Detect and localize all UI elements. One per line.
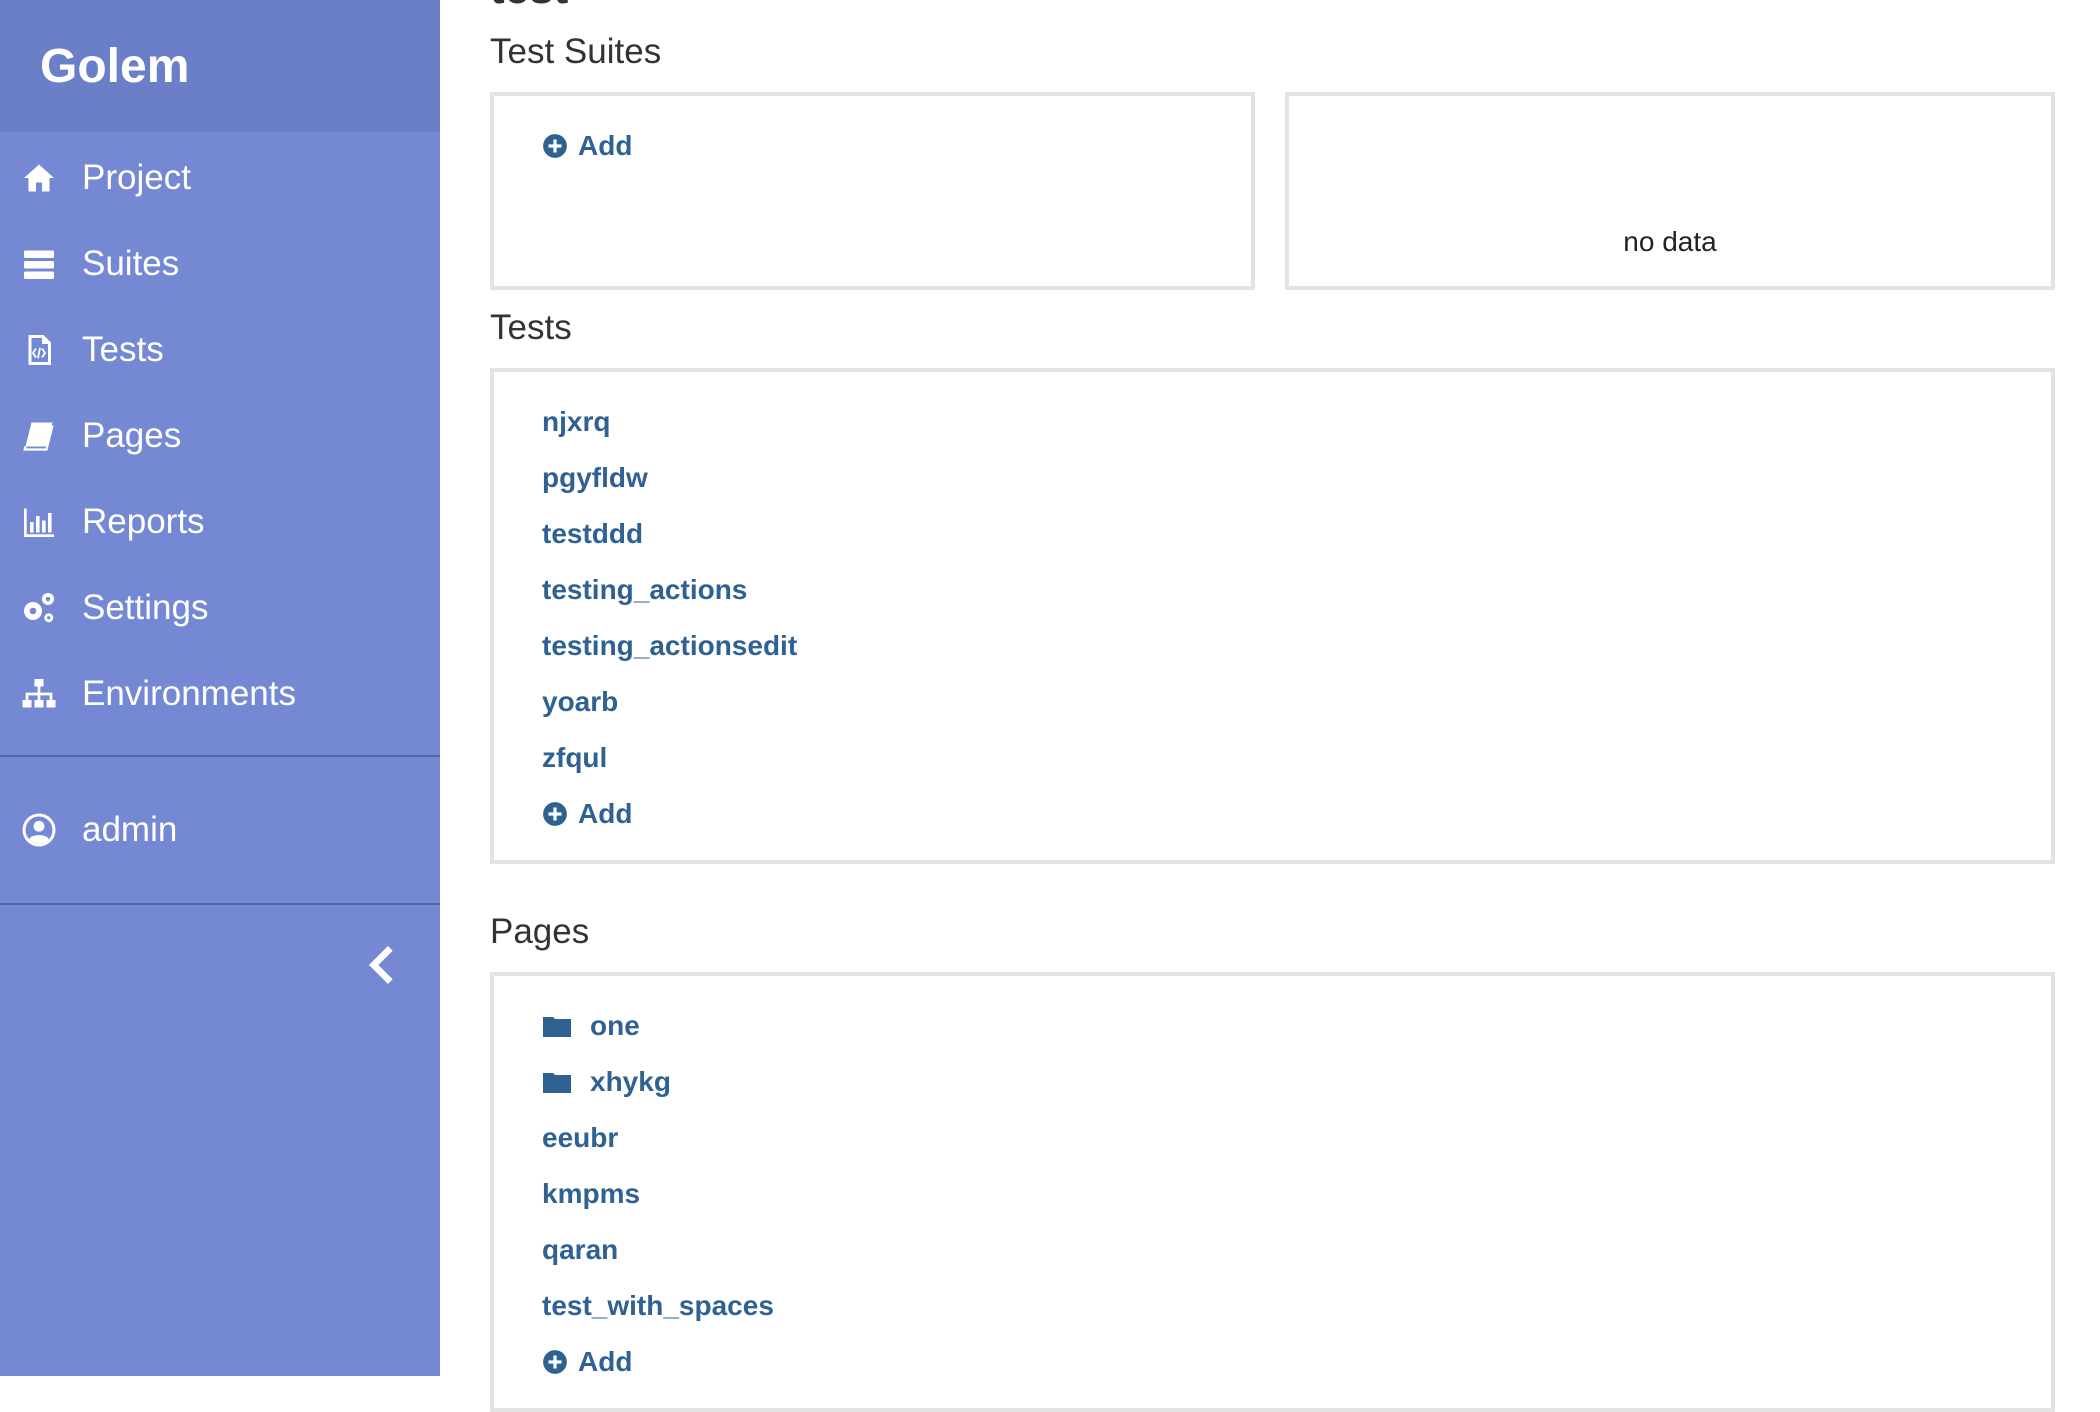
pages-section-title: Pages (490, 912, 590, 951)
folder-icon (543, 1073, 571, 1093)
pages-card: one xhykg eeubr kmpms qaran test_with_sp… (490, 972, 2055, 1412)
add-suite-button[interactable]: Add (542, 118, 632, 174)
code-file-icon (18, 329, 60, 371)
sidebar-item-label: Pages (82, 416, 182, 455)
user-circle-icon (18, 809, 60, 851)
home-icon (18, 157, 60, 199)
sidebar-item-reports[interactable]: Reports (0, 479, 440, 565)
page-folder-link[interactable]: one (542, 998, 774, 1054)
sidebar-user-label: admin (82, 810, 178, 849)
sidebar-item-label: Tests (82, 330, 164, 369)
sidebar-nav: Project Suites Tests Pages Reports Setti… (0, 132, 440, 737)
sidebar-item-pages[interactable]: Pages (0, 393, 440, 479)
tests-card: njxrq pgyfldw testddd testing_actions te… (490, 368, 2055, 864)
test-link[interactable]: njxrq (542, 394, 797, 450)
sitemap-icon (18, 673, 60, 715)
suites-section-title: Test Suites (490, 32, 662, 71)
plus-circle-icon (543, 1350, 567, 1374)
sidebar-item-label: Suites (82, 244, 180, 283)
main-content: test Test Suites Add no data Tests njxrq… (490, 0, 2055, 1412)
page-title: test (490, 0, 568, 14)
tests-list: njxrq pgyfldw testddd testing_actions te… (542, 394, 797, 842)
book-icon (18, 415, 60, 457)
bar-chart-icon (18, 501, 60, 543)
sidebar-collapse-button[interactable] (0, 905, 440, 1025)
gears-icon (18, 587, 60, 629)
sidebar-item-tests[interactable]: Tests (0, 307, 440, 393)
suites-card: Add (490, 92, 1255, 290)
test-link[interactable]: testing_actionsedit (542, 618, 797, 674)
sidebar-item-settings[interactable]: Settings (0, 565, 440, 651)
pages-list: one xhykg eeubr kmpms qaran test_with_sp… (542, 998, 774, 1390)
brand-logo[interactable]: Golem (0, 0, 440, 132)
tests-section-title: Tests (490, 308, 572, 347)
no-data-label: no data (1623, 226, 1717, 257)
sidebar-item-environments[interactable]: Environments (0, 651, 440, 737)
sidebar-item-label: Environments (82, 674, 296, 713)
sidebar-item-label: Reports (82, 502, 205, 541)
test-link[interactable]: testddd (542, 506, 797, 562)
sidebar-item-user[interactable]: admin (0, 757, 440, 903)
test-link[interactable]: testing_actions (542, 562, 797, 618)
page-link[interactable]: qaran (542, 1222, 774, 1278)
page-link[interactable]: kmpms (542, 1166, 774, 1222)
test-link[interactable]: pgyfldw (542, 450, 797, 506)
plus-circle-icon (543, 802, 567, 826)
add-page-button[interactable]: Add (542, 1334, 774, 1390)
test-link[interactable]: zfqul (542, 730, 797, 786)
chevron-left-icon (368, 945, 393, 985)
sidebar-item-suites[interactable]: Suites (0, 221, 440, 307)
sidebar-item-project[interactable]: Project (0, 135, 440, 221)
page-link[interactable]: eeubr (542, 1110, 774, 1166)
server-icon (18, 243, 60, 285)
sidebar-item-label: Project (82, 158, 191, 197)
folder-icon (543, 1017, 571, 1037)
test-link[interactable]: yoarb (542, 674, 797, 730)
page-folder-link[interactable]: xhykg (542, 1054, 774, 1110)
suites-chart-card: no data (1285, 92, 2055, 290)
plus-circle-icon (543, 134, 567, 158)
page-link[interactable]: test_with_spaces (542, 1278, 774, 1334)
sidebar: Golem Project Suites Tests Pages Reports… (0, 0, 440, 1376)
sidebar-item-label: Settings (82, 588, 209, 627)
add-test-button[interactable]: Add (542, 786, 797, 842)
